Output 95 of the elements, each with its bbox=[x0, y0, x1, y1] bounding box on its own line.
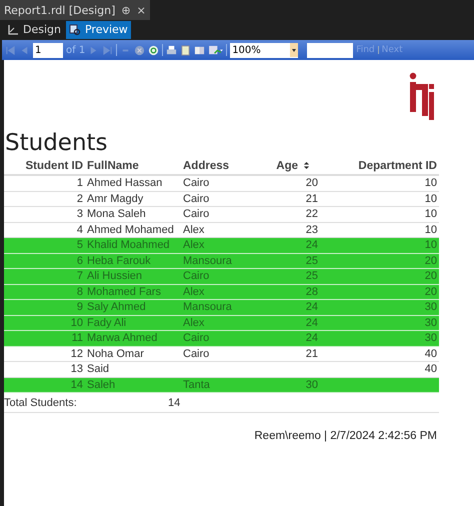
pin-icon[interactable]: ⊕ bbox=[121, 4, 131, 16]
table-cell: 9 bbox=[76, 301, 83, 314]
column-header: FullName bbox=[85, 157, 181, 175]
stop-icon[interactable] bbox=[134, 44, 146, 56]
table-cell: Saly Ahmed bbox=[87, 301, 146, 314]
table-cell: Said bbox=[87, 363, 110, 376]
table-cell: 14 bbox=[70, 378, 83, 391]
table-cell: Mohamed Fars bbox=[87, 286, 161, 298]
table-cell: Khalid Moahmed bbox=[87, 239, 170, 252]
table-cell: 25 bbox=[306, 270, 318, 282]
table-cell: Tanta bbox=[183, 378, 210, 391]
table-cell: 6 bbox=[76, 254, 83, 267]
table-cell: 10 bbox=[424, 177, 437, 190]
table-cell: Mansoura bbox=[183, 254, 232, 267]
page-count: of 1 bbox=[66, 44, 86, 56]
table-cell: Alex bbox=[183, 224, 204, 236]
refresh-icon[interactable] bbox=[148, 44, 160, 56]
table-cell: Marwa Ahmed bbox=[87, 332, 158, 344]
table-cell: 20 bbox=[424, 286, 437, 298]
column-header: Student ID bbox=[4, 157, 85, 175]
table-cell: Mona Saleh bbox=[87, 208, 146, 220]
table-cell: 20 bbox=[424, 254, 437, 267]
ruler-icon bbox=[7, 24, 19, 36]
zoom-dropdown[interactable]: 100% bbox=[230, 42, 298, 58]
table-cell: 30 bbox=[424, 316, 437, 329]
total-value: 14 bbox=[168, 396, 180, 408]
export-icon[interactable] bbox=[208, 44, 224, 56]
table-cell: Amr Magdy bbox=[87, 192, 144, 205]
find-field[interactable] bbox=[307, 42, 354, 58]
table-cell: 25 bbox=[306, 254, 318, 267]
page-number-field[interactable]: 1 bbox=[33, 42, 63, 58]
table-cell: 24 bbox=[306, 239, 318, 252]
print-icon[interactable] bbox=[166, 44, 178, 56]
table-cell: Alex bbox=[183, 239, 204, 252]
table-cell: Ahmed Mohamed bbox=[87, 224, 174, 236]
page-setup-icon[interactable] bbox=[194, 44, 206, 56]
table-cell: 11 bbox=[72, 332, 83, 344]
table-cell: 10 bbox=[424, 224, 437, 236]
table-cell: 24 bbox=[306, 301, 318, 314]
table-cell: Cairo bbox=[183, 348, 210, 360]
table-cell: 5 bbox=[76, 239, 83, 252]
table-cell: 28 bbox=[306, 286, 318, 298]
table-cell: 4 bbox=[76, 224, 83, 236]
view-tab[interactable]: Preview bbox=[66, 20, 131, 38]
print-layout-icon[interactable] bbox=[180, 44, 192, 56]
footer-text: Reem\reemo | 2/7/2024 2:42:56 PM bbox=[254, 430, 437, 442]
column-header[interactable]: Age bbox=[248, 157, 320, 175]
table-cell: 22 bbox=[306, 208, 318, 220]
table-cell: Heba Farouk bbox=[87, 254, 151, 267]
table-cell: Alex bbox=[183, 316, 204, 329]
table-cell: Fady Ali bbox=[87, 316, 126, 329]
table-cell: 40 bbox=[424, 363, 437, 376]
table-cell: Cairo bbox=[183, 270, 210, 282]
column-header: Department ID bbox=[320, 157, 439, 175]
table-cell: Cairo bbox=[183, 208, 210, 220]
table-cell: 30 bbox=[424, 332, 437, 344]
document-title: Report1.rdl [Design] bbox=[4, 4, 116, 16]
table-cell: 10 bbox=[424, 192, 437, 205]
table-cell: Mansoura bbox=[183, 301, 232, 314]
table-cell: 20 bbox=[424, 270, 437, 282]
table-cell: 24 bbox=[306, 316, 318, 329]
table-cell: 30 bbox=[306, 378, 318, 391]
document-tab[interactable]: Report1.rdl [Design] ⊕ × bbox=[0, 0, 150, 20]
table-cell: Cairo bbox=[183, 332, 210, 344]
table-cell: 1 bbox=[76, 177, 83, 190]
table-cell: 20 bbox=[306, 177, 318, 190]
table-cell: 40 bbox=[424, 348, 437, 360]
table-cell: 7 bbox=[76, 270, 83, 282]
sort-icon[interactable] bbox=[303, 160, 310, 170]
preview-icon bbox=[68, 24, 81, 36]
table-cell: 10 bbox=[70, 316, 83, 329]
table-cell: 30 bbox=[424, 301, 437, 314]
close-icon[interactable]: × bbox=[136, 4, 146, 16]
table-cell: 2 bbox=[76, 192, 83, 205]
table-cell: Alex bbox=[183, 286, 204, 298]
table-cell: 3 bbox=[76, 208, 83, 220]
table-cell: 23 bbox=[306, 224, 318, 236]
table-cell: Ali Hussien bbox=[87, 270, 142, 282]
table-cell: 10 bbox=[424, 239, 437, 252]
table-cell: 24 bbox=[306, 332, 318, 344]
table-cell: 21 bbox=[306, 348, 318, 360]
table-cell: Saleh bbox=[87, 378, 116, 391]
table-cell: Cairo bbox=[183, 192, 210, 205]
table-cell: 10 bbox=[424, 208, 437, 220]
table-cell: 13 bbox=[70, 363, 83, 376]
view-tab[interactable]: Design bbox=[4, 20, 64, 38]
table-cell: Cairo bbox=[183, 177, 210, 190]
table-cell: Ahmed Hassan bbox=[87, 177, 162, 190]
table-cell: 8 bbox=[76, 286, 83, 298]
report-title: Students bbox=[4, 129, 109, 157]
table-cell: 12 bbox=[70, 348, 83, 360]
table-cell: 21 bbox=[306, 192, 318, 205]
column-header: Address bbox=[181, 157, 248, 175]
total-label: Total Students: bbox=[4, 396, 78, 408]
table-cell: Noha Omar bbox=[87, 348, 144, 360]
